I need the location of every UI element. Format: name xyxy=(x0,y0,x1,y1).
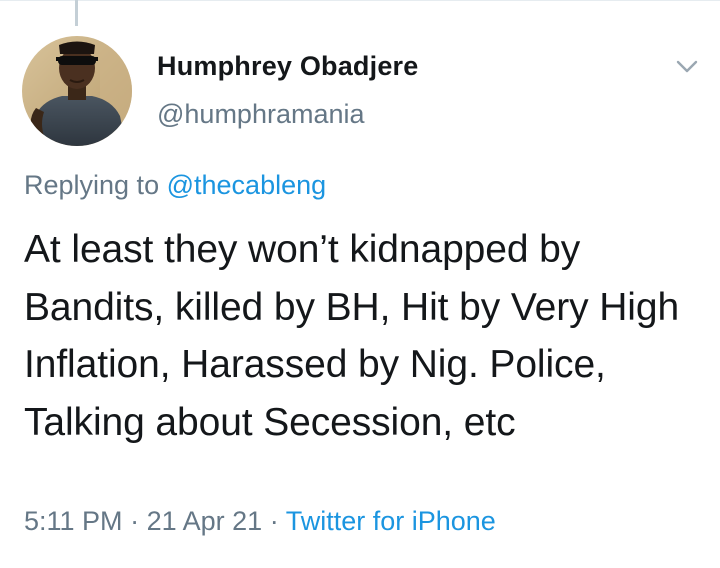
tweet-meta: 5:11 PM · 21 Apr 21 · Twitter for iPhone xyxy=(24,506,496,537)
top-divider xyxy=(0,0,720,1)
tweet-source-link[interactable]: Twitter for iPhone xyxy=(286,506,496,536)
replying-to-line: Replying to @thecableng xyxy=(24,170,326,201)
thread-connector-line xyxy=(75,0,78,26)
replying-to-label: Replying to xyxy=(24,170,160,200)
tweet-date[interactable]: 21 Apr 21 xyxy=(147,506,263,536)
tweet-text: At least they won’t kidnapped by Bandits… xyxy=(24,228,680,444)
tweet-menu-button[interactable] xyxy=(672,54,702,80)
author-handle[interactable]: @humphramania xyxy=(157,99,365,130)
replying-to-mention[interactable]: @thecableng xyxy=(167,170,327,200)
avatar[interactable] xyxy=(22,36,132,146)
chevron-down-icon xyxy=(676,60,698,73)
meta-separator: · xyxy=(130,506,140,536)
avatar-image xyxy=(22,36,132,146)
tweet-time[interactable]: 5:11 PM xyxy=(24,506,123,536)
author-name[interactable]: Humphrey Obadjere xyxy=(157,51,418,82)
meta-separator: · xyxy=(269,506,279,536)
